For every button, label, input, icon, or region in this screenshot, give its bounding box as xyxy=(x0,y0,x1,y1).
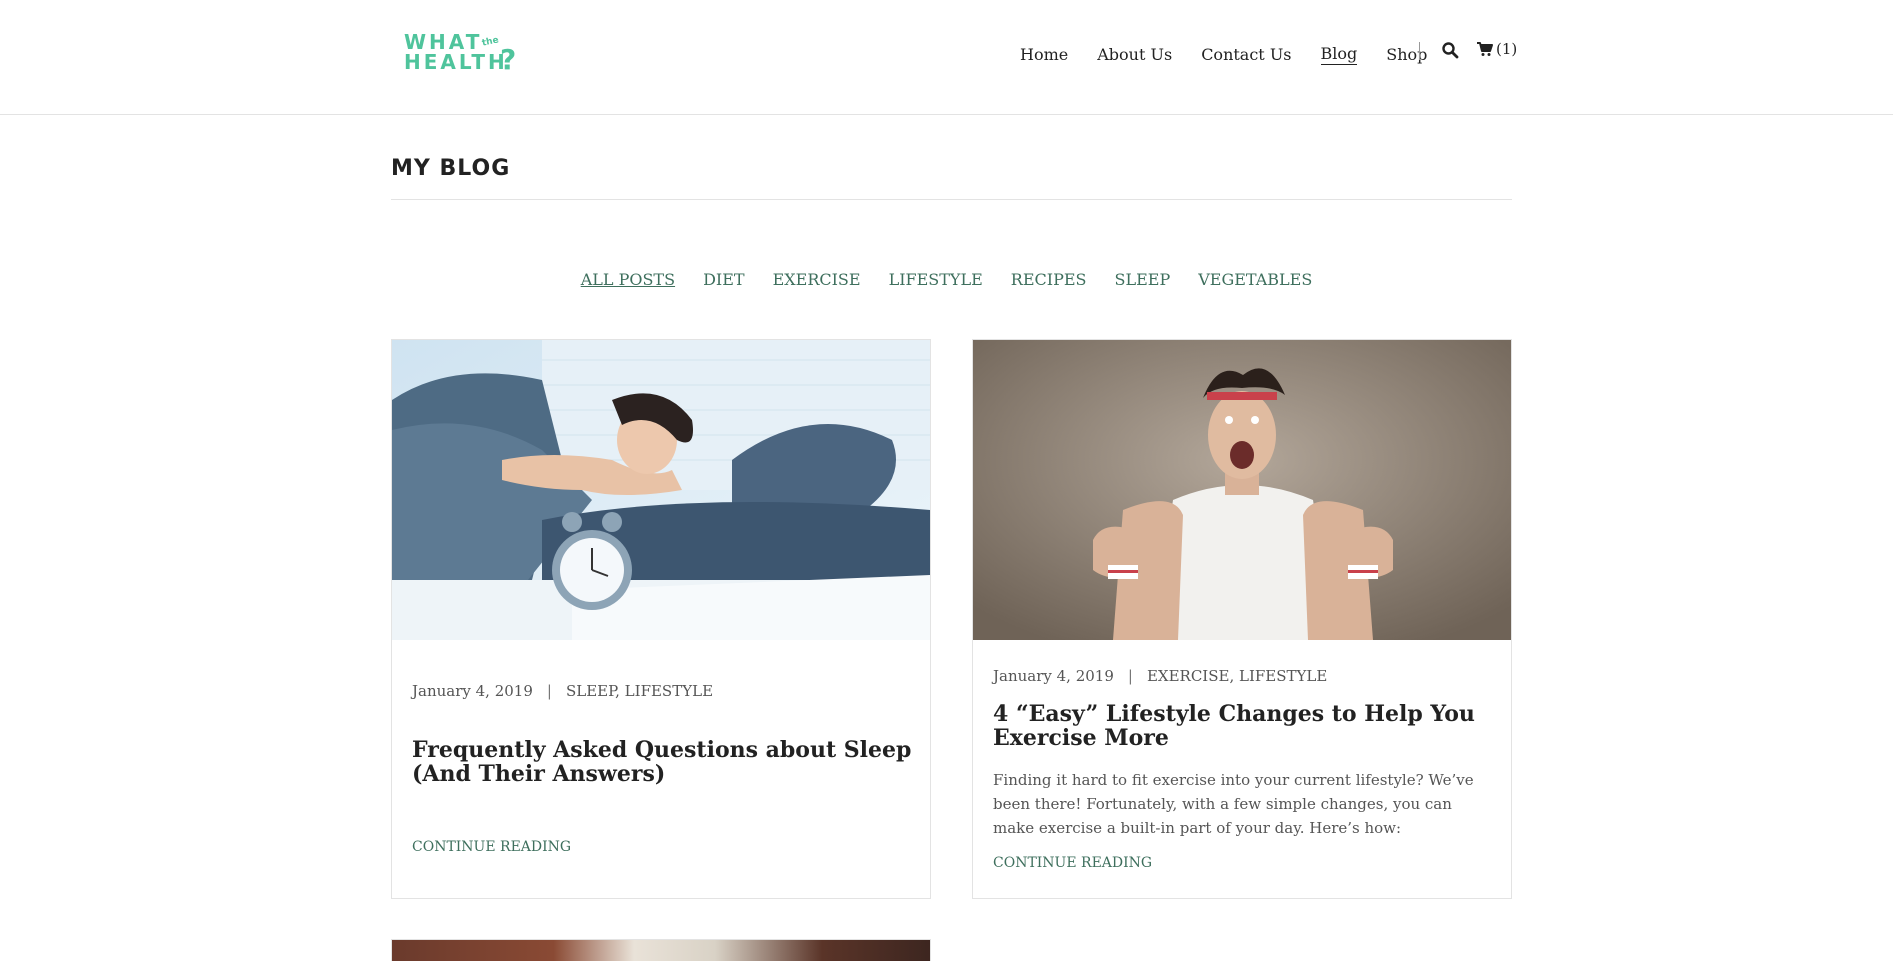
post-date: January 4, 2019 xyxy=(412,682,533,700)
post-image[interactable] xyxy=(392,940,930,961)
post-meta: January 4, 2019 | EXERCISE, LIFESTYLE xyxy=(993,667,1327,685)
post-card[interactable]: January 4, 2019 | SLEEP, LIFESTYLE Frequen… xyxy=(391,339,931,899)
site-logo[interactable]: WHAT the HEALTH ? xyxy=(404,30,524,78)
nav-home[interactable]: Home xyxy=(1020,45,1068,64)
cart-count: (1) xyxy=(1496,40,1518,58)
category-recipes[interactable]: RECIPES xyxy=(1011,270,1087,289)
post-image-excited-man[interactable] xyxy=(973,340,1511,640)
nav-contact-us[interactable]: Contact Us xyxy=(1201,45,1291,64)
search-icon[interactable] xyxy=(1441,41,1459,59)
logo-line-1: WHAT xyxy=(404,30,483,54)
meta-separator: | xyxy=(546,682,552,700)
continue-reading-link[interactable]: CONTINUE READING xyxy=(412,839,571,855)
post-image-woman-in-bed[interactable] xyxy=(392,340,930,640)
logo-line-2: HEALTH xyxy=(404,50,508,74)
post-title[interactable]: 4 “Easy” Lifestyle Changes to Help You E… xyxy=(993,702,1493,750)
continue-reading-link[interactable]: CONTINUE READING xyxy=(993,855,1152,871)
category-diet[interactable]: DIET xyxy=(703,270,745,289)
nav-shop[interactable]: Shop xyxy=(1386,45,1427,64)
nav-divider xyxy=(1419,42,1420,60)
post-date: January 4, 2019 xyxy=(993,667,1114,685)
category-exercise[interactable]: EXERCISE xyxy=(773,270,861,289)
post-categories[interactable]: SLEEP, LIFESTYLE xyxy=(566,682,713,700)
title-divider xyxy=(391,199,1512,200)
post-meta: January 4, 2019 | SLEEP, LIFESTYLE xyxy=(412,682,713,700)
page-title: MY BLOG xyxy=(391,156,511,181)
category-sleep[interactable]: SLEEP xyxy=(1115,270,1171,289)
post-card[interactable]: January 4, 2019 | EXERCISE, LIFESTYLE 4 “E… xyxy=(972,339,1512,899)
category-vegetables[interactable]: VEGETABLES xyxy=(1198,270,1312,289)
post-card[interactable] xyxy=(391,939,931,961)
main-nav: Home About Us Contact Us Blog Shop xyxy=(1020,42,1456,66)
category-all-posts[interactable]: ALL POSTS xyxy=(581,270,675,289)
nav-about-us[interactable]: About Us xyxy=(1097,45,1172,64)
cart-button[interactable]: (1) xyxy=(1476,40,1517,58)
cart-icon xyxy=(1477,42,1493,56)
site-header: WHAT the HEALTH ? Home About Us Contact … xyxy=(0,0,1893,115)
post-title[interactable]: Frequently Asked Questions about Sleep (… xyxy=(412,738,912,786)
category-filter: ALL POSTS DIET EXERCISE LIFESTYLE RECIPE… xyxy=(0,270,1893,289)
nav-blog[interactable]: Blog xyxy=(1320,44,1358,65)
logo-small-word: the xyxy=(481,35,500,49)
post-categories[interactable]: EXERCISE, LIFESTYLE xyxy=(1147,667,1327,685)
logo-question-mark: ? xyxy=(500,43,517,76)
meta-separator: | xyxy=(1127,667,1133,685)
category-lifestyle[interactable]: LIFESTYLE xyxy=(889,270,983,289)
post-excerpt: Finding it hard to fit exercise into you… xyxy=(993,771,1474,837)
